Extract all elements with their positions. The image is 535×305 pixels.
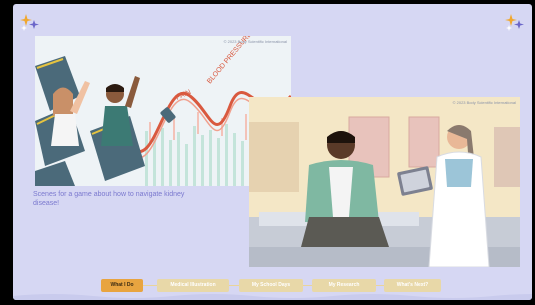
nav-my-research[interactable]: My Research (312, 279, 376, 292)
nav-my-school-days[interactable]: My School Days (239, 279, 303, 292)
copyright-credit: © 2023 Body Scientific International (223, 39, 287, 44)
page-frame: PAIN BLOOD PRESSURE © 2023 Body Scientif… (13, 4, 532, 300)
doctor-consultation-artwork (249, 97, 520, 267)
nav-whats-next[interactable]: What's Next? (384, 279, 441, 292)
nav-what-i-do[interactable]: What I Do (101, 279, 143, 292)
sparkle-stars-icon (505, 14, 524, 31)
copyright-credit: © 2023 Body Scientific International (452, 100, 516, 105)
sparkle-stars-icon (20, 14, 39, 31)
nav-medical-illustration[interactable]: Medical Illustration (157, 279, 229, 292)
doctor-consultation-illustration: © 2023 Body Scientific International (249, 97, 520, 267)
decorative-wave (13, 294, 532, 300)
illustration-caption: Scenes for a game about how to navigate … (33, 191, 185, 207)
